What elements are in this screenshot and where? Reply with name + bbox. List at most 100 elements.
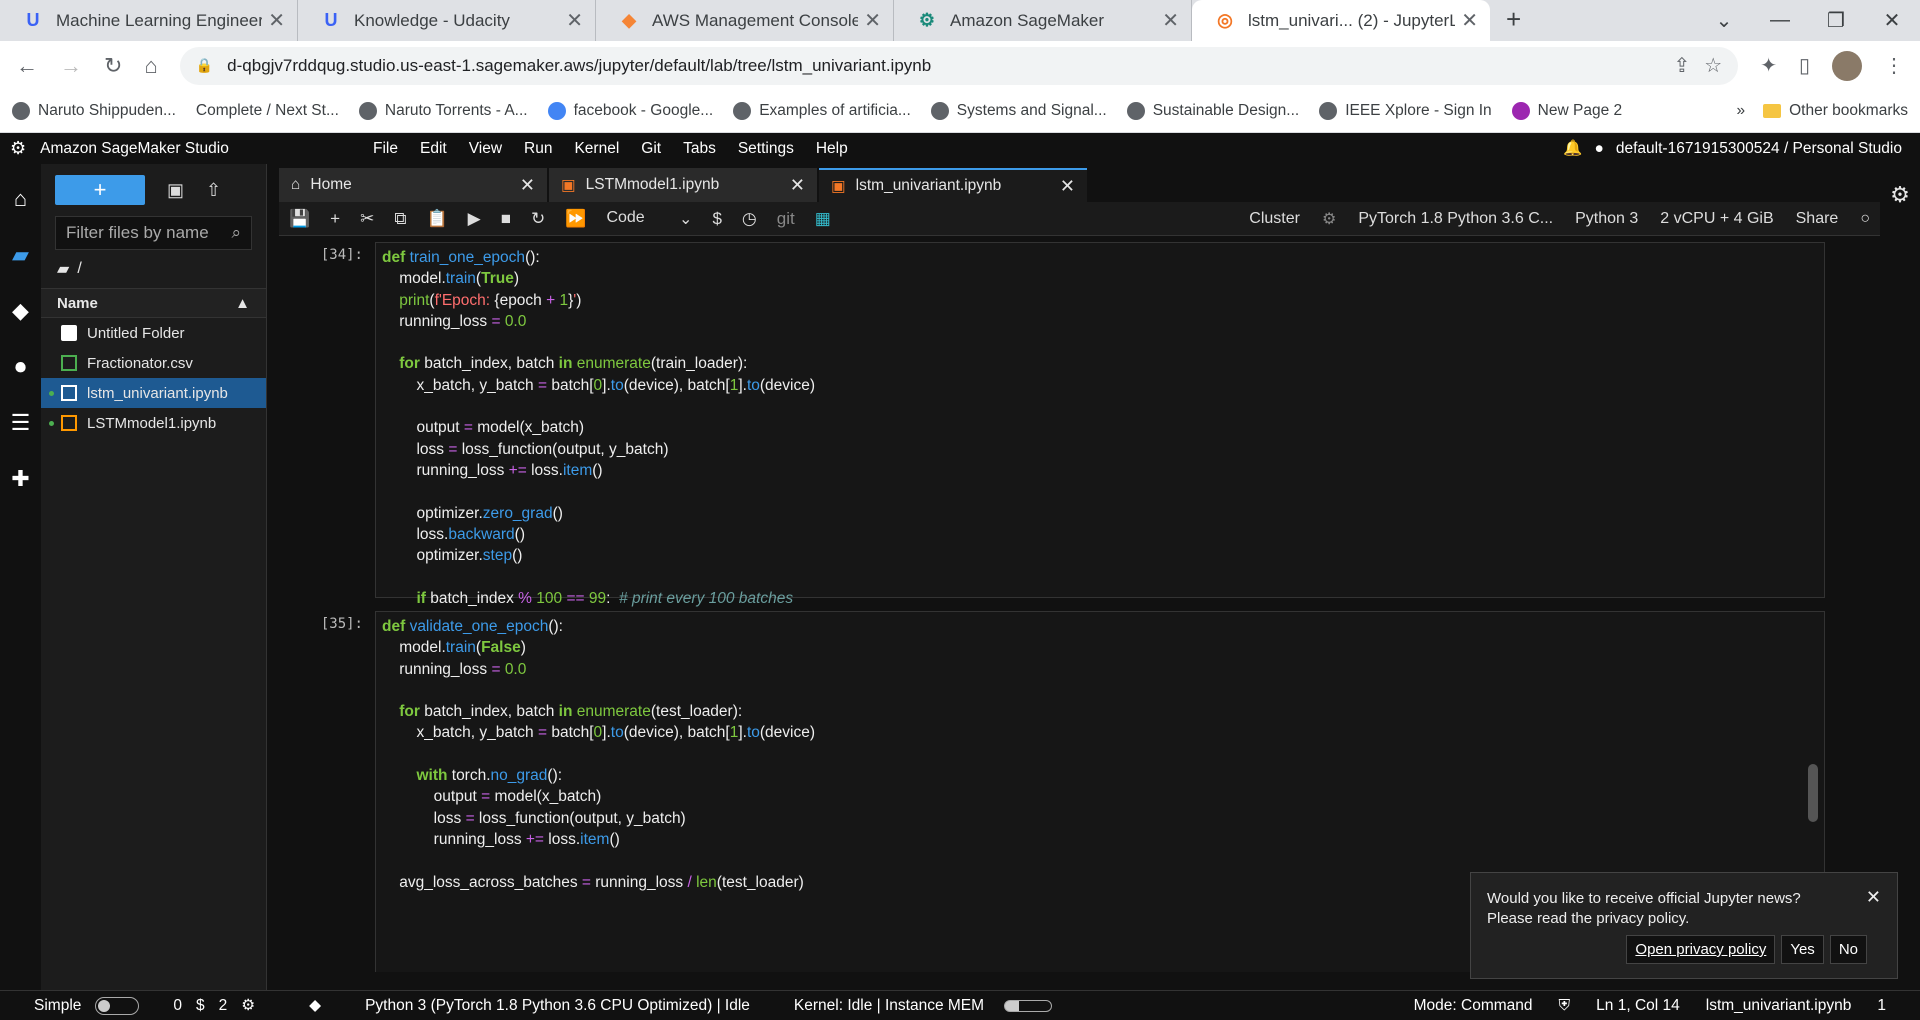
bookmark-item[interactable]: New Page 2 xyxy=(1511,102,1622,120)
python-label[interactable]: Python 3 xyxy=(1575,210,1638,228)
copy-icon[interactable]: ⧉ xyxy=(394,209,406,229)
back-icon[interactable]: ← xyxy=(16,53,38,79)
bookmark-item[interactable]: IEEE Xplore - Sign In xyxy=(1319,102,1492,120)
file-row[interactable]: Untitled Folder xyxy=(41,318,266,348)
menu-settings[interactable]: Settings xyxy=(738,140,794,158)
stop-icon[interactable]: ■ xyxy=(501,209,511,229)
browser-tab-aws-console[interactable]: ◆ AWS Management Console ✕ xyxy=(596,0,894,41)
notification-count[interactable]: 1 xyxy=(1877,997,1886,1015)
minimize-icon[interactable]: — xyxy=(1752,9,1808,32)
lock-icon[interactable]: 🔒 xyxy=(196,57,213,74)
toc-icon[interactable]: ☰ xyxy=(11,410,31,436)
sort-asc-icon[interactable]: ▲ xyxy=(235,295,250,312)
folder-icon[interactable]: ▰ xyxy=(12,242,29,268)
upload-icon[interactable]: ⇧ xyxy=(206,180,221,201)
calendar-icon[interactable]: ▦ xyxy=(815,209,831,229)
clock-icon[interactable]: ◷ xyxy=(742,209,757,229)
shield-icon[interactable]: ⛨ xyxy=(1559,997,1571,1015)
file-row[interactable]: Fractionator.csv xyxy=(41,348,266,378)
avatar[interactable] xyxy=(1832,50,1862,81)
terminals-count[interactable]: 0 xyxy=(173,997,182,1015)
close-icon[interactable]: ✕ xyxy=(864,8,881,33)
share-button[interactable]: Share xyxy=(1796,210,1839,228)
yes-button[interactable]: Yes xyxy=(1781,935,1824,964)
restart-icon[interactable]: ↻ xyxy=(531,209,545,229)
cut-icon[interactable]: ✂ xyxy=(360,209,374,229)
extensions-icon[interactable]: ✦ xyxy=(1760,53,1777,78)
file-row[interactable]: LSTMmodel1.ipynb xyxy=(41,408,266,438)
open-privacy-policy-button[interactable]: Open privacy policy xyxy=(1626,935,1776,964)
property-inspector-icon[interactable]: ⚙ xyxy=(1890,182,1910,990)
close-icon[interactable]: ✕ xyxy=(1162,8,1179,33)
close-icon[interactable]: ✕ xyxy=(268,8,285,33)
bell-icon[interactable]: 🔔 xyxy=(1563,139,1582,158)
home-icon[interactable]: ⌂ xyxy=(144,53,157,79)
tab-lstmmodel1[interactable]: ▣ LSTMmodel1.ipynb ✕ xyxy=(549,168,817,202)
close-icon[interactable]: ✕ xyxy=(790,175,805,196)
close-icon[interactable]: ✕ xyxy=(1866,887,1881,908)
close-icon[interactable]: ✕ xyxy=(566,8,583,33)
browser-tab-udacity-knowledge[interactable]: U Knowledge - Udacity ✕ xyxy=(298,0,596,41)
running-icon[interactable]: ⏺ xyxy=(15,354,26,380)
other-bookmarks[interactable]: Other bookmarks xyxy=(1763,102,1908,120)
tab-home[interactable]: ⌂ Home ✕ xyxy=(279,168,547,202)
paste-icon[interactable]: 📋 xyxy=(427,209,448,229)
gear-icon[interactable]: ⚙ xyxy=(1322,209,1336,229)
more-bookmarks-icon[interactable]: » xyxy=(1736,102,1745,120)
filter-input[interactable]: Filter files by name ⌕ xyxy=(55,216,252,250)
close-icon[interactable]: ✕ xyxy=(1060,176,1075,197)
tab-search-icon[interactable]: ⌄ xyxy=(1696,8,1752,33)
menu-edit[interactable]: Edit xyxy=(420,140,447,158)
git-icon[interactable]: ◆ xyxy=(12,298,29,324)
cursor-position[interactable]: Ln 1, Col 14 xyxy=(1596,997,1680,1015)
menu-view[interactable]: View xyxy=(469,140,502,158)
scrollbar-thumb[interactable] xyxy=(1808,764,1818,822)
bookmark-item[interactable]: Naruto Torrents - A... xyxy=(358,102,528,120)
git-icon[interactable]: ◆ xyxy=(309,996,321,1015)
code-cell[interactable]: [34]: def train_one_epoch(): model.train… xyxy=(279,242,1825,692)
menu-help[interactable]: Help xyxy=(816,140,848,158)
terminal-icon[interactable]: $ xyxy=(712,209,721,229)
notebook-mode[interactable]: Mode: Command xyxy=(1414,997,1533,1015)
path-root[interactable]: / xyxy=(77,260,81,278)
add-cell-icon[interactable]: + xyxy=(330,209,340,229)
kernels-count[interactable]: 2 xyxy=(219,997,228,1015)
user-name[interactable]: default-1671915300524 / Personal Studio xyxy=(1616,140,1902,158)
cluster-button[interactable]: Cluster xyxy=(1249,210,1300,228)
browser-tab-udacity-capstone[interactable]: U Machine Learning Engineer Caps ✕ xyxy=(0,0,298,41)
share-icon[interactable]: ⇪ xyxy=(1674,53,1691,78)
folder-icon[interactable]: ▰ xyxy=(57,259,69,279)
new-tab-button[interactable]: + xyxy=(1506,4,1521,35)
sidepanel-icon[interactable]: ▯ xyxy=(1799,53,1810,78)
reload-icon[interactable]: ↻ xyxy=(104,53,122,79)
new-folder-icon[interactable]: ▣ xyxy=(167,180,184,201)
no-button[interactable]: No xyxy=(1829,935,1867,964)
column-name[interactable]: Name xyxy=(57,295,235,312)
instance-type[interactable]: 2 vCPU + 4 GiB xyxy=(1660,210,1773,228)
cell-type-select[interactable]: Code ⌄ xyxy=(606,209,692,229)
menu-git[interactable]: Git xyxy=(641,140,661,158)
code-editor[interactable]: def train_one_epoch(): model.train(True)… xyxy=(375,242,1825,692)
bookmark-item[interactable]: Naruto Shippuden... xyxy=(12,102,176,120)
browser-tab-sagemaker[interactable]: ⚙ Amazon SageMaker ✕ xyxy=(894,0,1192,41)
tab-lstm-univariant[interactable]: ▣ lstm_univariant.ipynb ✕ xyxy=(819,168,1087,202)
bookmark-item[interactable]: Systems and Signal... xyxy=(930,102,1107,120)
save-icon[interactable]: 💾 xyxy=(289,209,310,229)
close-icon[interactable]: ✕ xyxy=(1461,8,1478,33)
bookmark-item[interactable]: Examples of artificia... xyxy=(733,102,911,120)
run-icon[interactable]: ▶ xyxy=(468,209,481,229)
new-launcher-button[interactable]: + xyxy=(55,175,145,205)
forward-icon[interactable]: → xyxy=(60,53,82,79)
close-icon[interactable]: ✕ xyxy=(520,175,535,196)
extension-icon[interactable]: ✚ xyxy=(11,466,29,492)
bookmark-item[interactable]: facebook - Google... xyxy=(547,102,713,120)
restore-icon[interactable]: ❐ xyxy=(1808,8,1864,33)
menu-run[interactable]: Run xyxy=(524,140,552,158)
bookmark-item[interactable]: Sustainable Design... xyxy=(1126,102,1299,120)
close-window-icon[interactable]: ✕ xyxy=(1864,8,1920,33)
file-row[interactable]: lstm_univariant.ipynb xyxy=(41,378,266,408)
simple-mode-toggle[interactable] xyxy=(95,996,140,1015)
kernel-status-text[interactable]: Python 3 (PyTorch 1.8 Python 3.6 CPU Opt… xyxy=(365,997,750,1015)
star-icon[interactable]: ☆ xyxy=(1704,53,1722,78)
menu-tabs[interactable]: Tabs xyxy=(683,140,716,158)
